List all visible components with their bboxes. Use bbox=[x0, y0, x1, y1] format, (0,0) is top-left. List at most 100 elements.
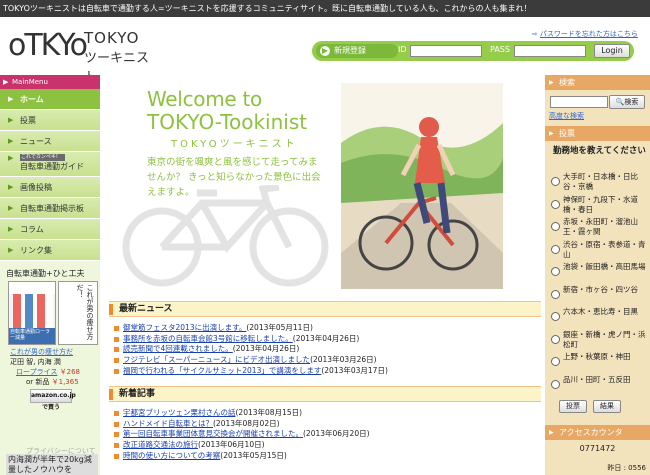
list-item: フジテレビ「スーパーニュース」にビデオ出演しました(2013年03月26日) bbox=[113, 355, 533, 366]
main-content: Welcome to TOKYO-Tookinist TOKYOツーキニスト 東… bbox=[101, 75, 543, 475]
radio-button[interactable] bbox=[551, 379, 560, 389]
vote-option[interactable]: 神保町・九段下・水道橋・春日 bbox=[547, 194, 648, 217]
radio-button[interactable] bbox=[551, 199, 560, 209]
vote-option[interactable]: 上野・秋葉原・神田 bbox=[547, 351, 648, 374]
arrow-bullet-icon: ▶ bbox=[8, 246, 14, 254]
nav-item-vote[interactable]: ▶ 投票 bbox=[0, 110, 100, 131]
arrow-bullet-icon: ▶ bbox=[8, 183, 14, 191]
nav-item-commute-guide[interactable]: ▶ これでカンペキ! 自転車通勤ガイド bbox=[0, 152, 100, 177]
radio-button[interactable] bbox=[551, 312, 560, 321]
advanced-search-link[interactable]: 高度な検索 bbox=[549, 111, 584, 121]
login-bar: ▶ 新規登録 ID PASS Login bbox=[312, 41, 634, 61]
radio-button[interactable] bbox=[551, 289, 560, 299]
nav-item-home[interactable]: ▶ ホーム bbox=[0, 89, 100, 110]
vote-option[interactable]: 品川・田町・五反田 bbox=[547, 374, 648, 397]
vote-option[interactable]: 赤坂・永田町・溜池山王・霞ヶ関 bbox=[547, 216, 648, 239]
arrow-bullet-icon: ▶ bbox=[8, 116, 14, 124]
book-spine-image[interactable]: これが男の痩せ方だ！ bbox=[58, 281, 98, 345]
square-bullet-icon bbox=[114, 443, 119, 449]
nav-item-forum[interactable]: ▶ 自転車通勤掲示板 bbox=[0, 198, 100, 219]
book-cover-text: 自転車通勤ローラー減量 bbox=[9, 328, 55, 344]
password-input[interactable] bbox=[514, 45, 586, 57]
welcome-title-line2: TOKYO-Tookinist bbox=[147, 110, 308, 134]
square-bullet-icon bbox=[114, 358, 119, 364]
vote-option[interactable]: 渋谷・原宿・表参道・青山 bbox=[547, 239, 648, 262]
radio-button[interactable] bbox=[551, 222, 560, 231]
site-description-bar: TOKYOツーキニストは自転車で通勤する人=ツーキニストを応援するコミュニティサ… bbox=[0, 0, 650, 17]
vote-button[interactable]: 投票 bbox=[559, 400, 587, 413]
radio-button[interactable] bbox=[551, 357, 560, 366]
list-item: 第一回自転車事業団体意見交換会が開催されました。(2013年06月20日) bbox=[113, 429, 533, 440]
bicycle-icon bbox=[122, 185, 329, 287]
header: oTKYo TOKYO ツーキニスト ⇨パスワードを忘れた方はこちら ▶新規登録… bbox=[0, 17, 650, 85]
list-item: 改正道路交通法の施行(2013年06月10日) bbox=[113, 440, 533, 451]
vote-section: 投票 bbox=[545, 126, 650, 141]
register-button[interactable]: ▶ 新規登録 bbox=[316, 44, 398, 58]
triangle-right-icon: ▶ bbox=[3, 78, 9, 86]
nav-item-news[interactable]: ▶ ニュース bbox=[0, 131, 100, 152]
arrow-bullet-icon: ▶ bbox=[8, 95, 14, 103]
search-input[interactable] bbox=[550, 96, 608, 108]
arrow-right-icon: ▶ bbox=[320, 46, 330, 56]
square-bullet-icon bbox=[114, 347, 119, 353]
site-logo[interactable]: oTKYo TOKYO ツーキニスト bbox=[8, 25, 158, 85]
book-author: 疋田 智, 内海 潤 bbox=[10, 358, 61, 366]
square-bullet-icon bbox=[114, 326, 119, 331]
vote-option[interactable]: 銀座・新橋・虎ノ門・浜松町 bbox=[547, 329, 648, 352]
square-bullet-icon bbox=[114, 368, 119, 374]
radio-button[interactable] bbox=[551, 177, 560, 186]
access-counter-heading: アクセスカウンタ bbox=[545, 425, 650, 440]
yesterday-count: 昨日 : 0556 bbox=[607, 464, 646, 472]
nav-item-links[interactable]: ▶ リンク集 bbox=[0, 240, 100, 261]
result-button[interactable]: 結果 bbox=[593, 400, 621, 413]
arrow-bullet-icon: ▶ bbox=[8, 137, 14, 145]
latest-news-heading: 最新ニュース bbox=[109, 301, 541, 317]
right-sidebar: 検索 🔍検索 高度な検索 投票 勤務地を教えてください 大手町・日本橋・日比谷・… bbox=[545, 75, 650, 475]
list-item: 宇都宮ブリッツェン栗村さんの話(2013年08月15日) bbox=[113, 408, 533, 419]
list-item: 福岡で行われる「サイクルサミット2013」で講演をします(2013年03月17日… bbox=[113, 366, 533, 377]
nav-subtag: これでカンペキ! bbox=[20, 154, 65, 161]
square-bullet-icon bbox=[114, 453, 119, 459]
ad-banner[interactable]: 内海潤が半年で20kg減量したノウハウを bbox=[6, 454, 98, 475]
radio-button[interactable] bbox=[551, 244, 560, 254]
vote-option[interactable]: 池袋・飯田橋・高田馬場 bbox=[547, 261, 648, 284]
square-bullet-icon bbox=[114, 421, 119, 427]
book-section-title: 自転車通勤+ひと工夫 bbox=[6, 269, 85, 278]
square-bullet-icon bbox=[114, 411, 119, 416]
amazon-buy-button[interactable]: amazon.co.jp で買う bbox=[30, 389, 76, 411]
vote-option[interactable]: 六本木・恵比寿・目黒 bbox=[547, 306, 648, 329]
vote-option[interactable]: 大手町・日本橋・日比谷・京橋 bbox=[547, 171, 648, 194]
access-count: 0771472 bbox=[579, 444, 616, 453]
list-item: 読売新聞で4回連載されました。(2013年04月26日) bbox=[113, 344, 533, 355]
vote-heading: 投票 bbox=[545, 126, 650, 141]
arrow-bullet-icon: ▶ bbox=[8, 154, 14, 162]
arrow-icon: ⇨ bbox=[532, 30, 538, 38]
nav-item-column[interactable]: ▶ コラム bbox=[0, 219, 100, 240]
vote-option[interactable]: 新宿・市ヶ谷・四ツ谷 bbox=[547, 284, 648, 307]
id-input[interactable] bbox=[410, 45, 482, 57]
cyclist-illustration bbox=[341, 83, 503, 289]
pass-label: PASS bbox=[490, 45, 510, 54]
radio-button[interactable] bbox=[551, 334, 560, 344]
radio-button[interactable] bbox=[551, 267, 560, 276]
welcome-subtitle: TOKYOツーキニスト bbox=[171, 139, 298, 150]
book-title-link[interactable]: これが男の痩せ方だ bbox=[10, 347, 73, 357]
nav-item-image-post[interactable]: ▶ 画像投稿 bbox=[0, 177, 100, 198]
square-bullet-icon bbox=[114, 336, 119, 342]
search-heading: 検索 bbox=[545, 75, 650, 90]
id-label: ID bbox=[398, 45, 407, 54]
vote-options: 大手町・日本橋・日比谷・京橋 神保町・九段下・水道橋・春日 赤坂・永田町・溜池山… bbox=[547, 171, 648, 396]
list-item: ハンドメイド自転車とは？(2013年08月02日) bbox=[113, 419, 533, 430]
left-sidebar: ▶ MainMenu ▶ ホーム ▶ 投票 ▶ ニュース ▶ これでカンペキ! 自転車通勤ガ… bbox=[0, 75, 100, 475]
forgot-password-link[interactable]: ⇨ パスワードを忘れた方はこちら bbox=[532, 29, 638, 39]
welcome-title-line1: Welcome to bbox=[147, 87, 262, 111]
search-button[interactable]: 🔍検索 bbox=[609, 95, 645, 109]
book-cover-image[interactable]: 自転車通勤ローラー減量 bbox=[8, 281, 56, 345]
access-counter-section: アクセスカウンタ bbox=[545, 425, 650, 440]
logo-mark: oTKYo bbox=[8, 28, 88, 63]
list-item: 事務所を赤坂の自転車会館3号館に移転しました。(2013年04月26日) bbox=[113, 334, 533, 345]
arrow-bullet-icon: ▶ bbox=[8, 204, 14, 212]
book-new-price: or 新品 ￥1,365 bbox=[26, 378, 79, 386]
login-button[interactable]: Login bbox=[594, 44, 630, 58]
list-item: 御堂筋フェスタ2013に出演します。(2013年05月11日) bbox=[113, 323, 533, 334]
